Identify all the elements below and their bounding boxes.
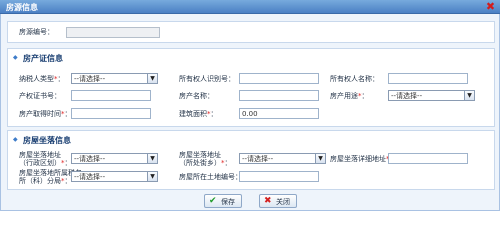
usage-value: --请选择-- [391,92,423,100]
acquire-time-input[interactable] [71,108,151,119]
property-name-label: 房产名称： [179,92,214,100]
taxpayer-type-value: --请选择-- [74,75,106,83]
owner-name-input[interactable] [388,73,468,84]
cert-no-input[interactable] [71,90,151,101]
detail-address-label: 房屋坐落详细地址*： [330,155,397,163]
region-select[interactable]: --请选择-- ▼ [71,153,158,164]
chevron-down-icon: ▼ [315,154,325,163]
section-bullet-icon: ◆ [13,54,18,61]
cross-icon: ✖ [264,196,272,206]
acquire-time-label: 房产取得时间*： [19,110,72,118]
cert-section-header: ◆ 房产证信息 [13,53,213,63]
location-panel: ◆ 房屋坐落信息 房屋坐落地址 （行政区划）*： --请选择-- ▼ 房屋坐落地… [7,130,495,190]
land-no-label: 房屋所在土地编号： [179,173,242,181]
chevron-down-icon: ▼ [147,74,157,83]
taxpayer-type-label: 纳税人类型*： [19,75,65,83]
tax-office-value: --请选择-- [74,173,106,181]
section-bullet-icon: ◆ [13,136,18,143]
owner-name-label: 所有权人名称： [330,75,379,83]
taxpayer-type-select[interactable]: --请选择-- ▼ [71,73,158,84]
street-value: --请选择-- [242,155,274,163]
land-no-input[interactable] [239,171,319,182]
area-input[interactable]: 0.00 [239,108,319,119]
house-number-label: 房源编号： [19,28,54,36]
owner-id-label: 所有权人识别号： [179,75,235,83]
owner-id-input[interactable] [239,73,319,84]
cert-no-label: 产权证书号： [19,92,61,100]
region-label: 房屋坐落地址 （行政区划）*： [19,151,72,167]
chevron-down-icon: ▼ [464,91,474,100]
save-button-label: 保存 [221,198,235,206]
detail-address-input[interactable] [388,153,468,164]
house-number-panel: 房源编号： [7,21,495,43]
window-titlebar: 房源信息 ✖ [0,0,500,14]
close-icon[interactable]: ✖ [485,1,496,12]
cert-panel: ◆ 房产证信息 纳税人类型*： --请选择-- ▼ 所有权人识别号： 所有权人名… [7,48,495,127]
cert-section-title: 房产证信息 [23,54,63,63]
property-name-input[interactable] [239,90,319,101]
dialog-content: 房源编号： ◆ 房产证信息 纳税人类型*： --请选择-- ▼ 所有权人识别号：… [0,14,500,211]
usage-select[interactable]: --请选择-- ▼ [388,90,475,101]
window-title: 房源信息 [6,3,38,12]
area-label: 建筑面积*： [179,110,218,118]
tax-office-select[interactable]: --请选择-- ▼ [71,171,158,182]
location-section-title: 房屋坐落信息 [23,136,71,145]
region-value: --请选择-- [74,155,106,163]
close-button-label: 关闭 [276,198,290,206]
chevron-down-icon: ▼ [147,172,157,181]
location-section-header: ◆ 房屋坐落信息 [13,135,213,145]
close-button[interactable]: ✖ 关闭 [259,194,297,208]
street-label: 房屋坐落地址 （所处街乡）*： [179,151,232,167]
save-button[interactable]: ✔ 保存 [204,194,242,208]
chevron-down-icon: ▼ [147,154,157,163]
usage-label: 房产用途*： [330,92,369,100]
house-number-field [66,27,160,38]
street-select[interactable]: --请选择-- ▼ [239,153,326,164]
check-icon: ✔ [209,196,217,206]
